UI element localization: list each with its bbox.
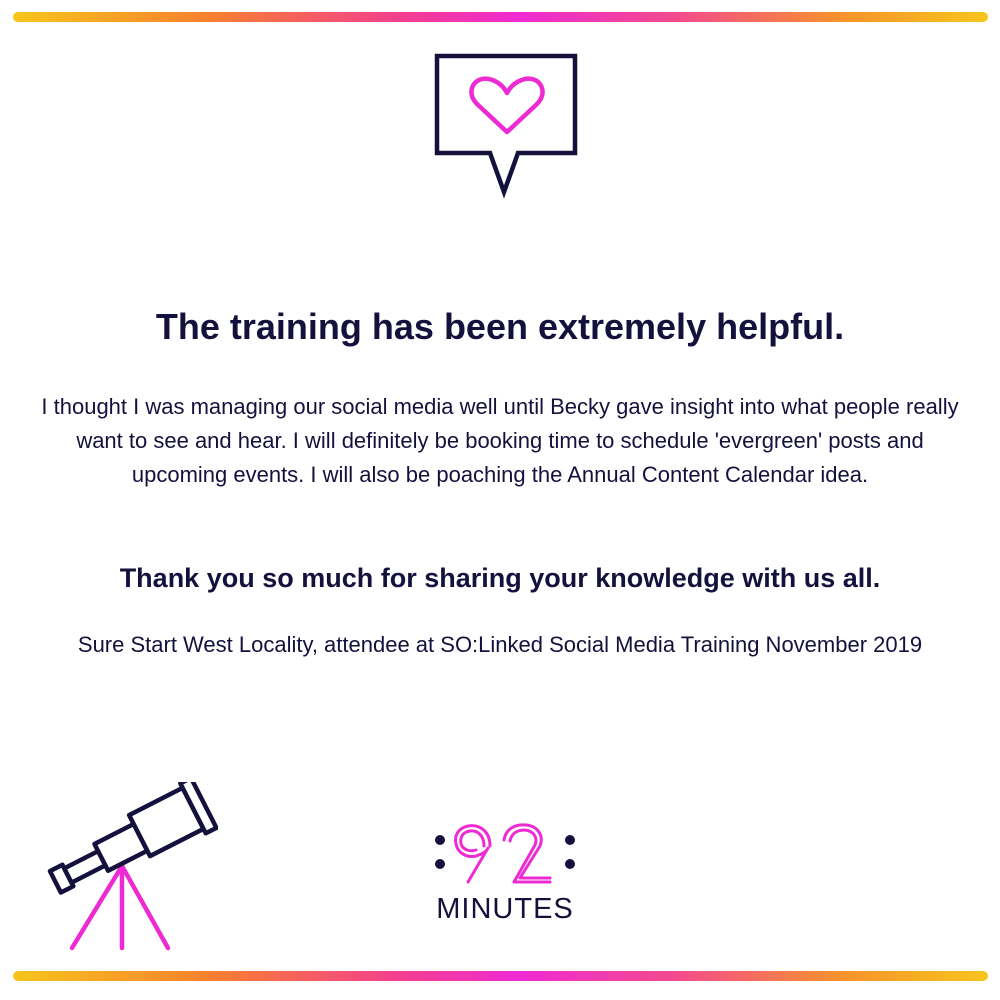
testimonial-thanks: Thank you so much for sharing your knowl… (119, 563, 881, 593)
logo-numerals (435, 823, 575, 884)
telescope-icon (47, 782, 218, 951)
speech-bubble-heart-icon (434, 53, 578, 198)
testimonial-headline: The training has been extremely helpful. (155, 306, 845, 347)
logo-wordmark: MINUTES (436, 893, 574, 925)
bottom-gradient-bar (13, 971, 988, 981)
ninety-two-minutes-logo: MINUTES (420, 818, 590, 930)
testimonial-attribution: Sure Start West Locality, attendee at SO… (77, 632, 923, 657)
top-gradient-bar (13, 12, 988, 22)
testimonial-body: I thought I was managing our social medi… (41, 394, 959, 487)
testimonial-card: The training has been extremely helpful.… (0, 0, 1000, 1000)
